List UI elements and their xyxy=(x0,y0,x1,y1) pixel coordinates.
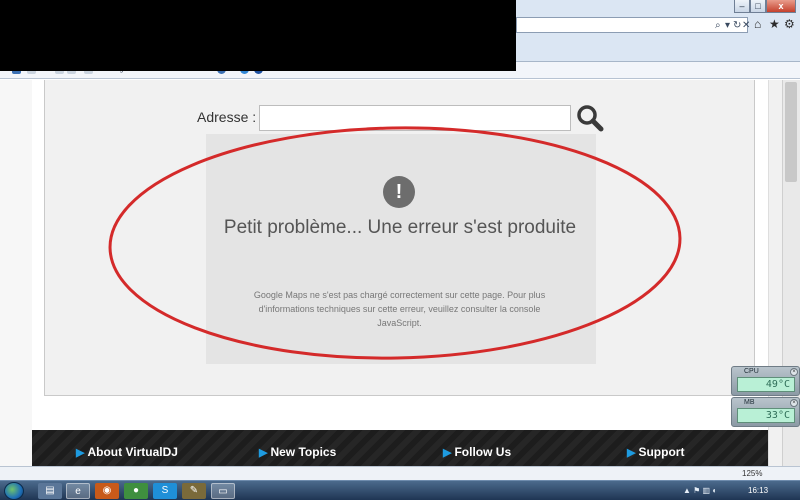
skype-taskbar-icon[interactable]: S xyxy=(153,483,177,499)
mb-temperature-gadget[interactable]: MB × 33°C xyxy=(731,397,800,427)
home-icon[interactable]: ⌂ xyxy=(754,16,761,32)
arrow-right-icon: ▶ xyxy=(76,447,85,459)
close-icon[interactable]: × xyxy=(790,399,798,407)
magnifier-icon xyxy=(577,105,604,132)
footer-link-support[interactable]: ▶ Support xyxy=(627,444,684,461)
explorer-taskbar-icon[interactable]: ▤ xyxy=(38,483,62,499)
maximize-button[interactable]: □ xyxy=(750,0,766,13)
tools-taskbar-icon[interactable]: ✎ xyxy=(182,483,206,499)
folder-taskbar-icon[interactable]: ▭ xyxy=(211,483,235,499)
gear-icon[interactable]: ⚙ xyxy=(784,16,795,32)
scrollbar-thumb[interactable] xyxy=(785,82,797,182)
start-button[interactable] xyxy=(4,482,24,500)
minimize-button[interactable]: – xyxy=(734,0,750,13)
footer-link-follow-us[interactable]: ▶ Follow Us xyxy=(443,444,511,461)
redacted-area xyxy=(0,0,516,71)
warning-icon: ! xyxy=(383,176,415,208)
cpu-temperature-value: 49°C xyxy=(737,377,795,392)
gadget-label: MB xyxy=(744,399,755,406)
arrow-right-icon: ▶ xyxy=(443,447,452,459)
address-input[interactable] xyxy=(259,105,571,131)
error-title: Petit problème... Une erreur s'est produ… xyxy=(223,217,577,238)
footer-link-about[interactable]: ▶ About VirtualDJ xyxy=(76,444,178,461)
gadget-label: CPU xyxy=(744,368,759,375)
address-label: Adresse : xyxy=(197,109,257,125)
browser-status-bar: 125% xyxy=(0,466,800,480)
mb-temperature-value: 33°C xyxy=(737,408,795,423)
close-window-button[interactable]: x xyxy=(766,0,796,13)
taskbar-clock[interactable]: 16:13 xyxy=(748,485,768,496)
tab-strip xyxy=(516,34,800,62)
search-button[interactable] xyxy=(574,103,606,133)
ie-taskbar-icon[interactable]: e xyxy=(66,483,90,499)
footer-link-new-topics[interactable]: ▶ New Topics xyxy=(259,444,336,461)
page-left-margin xyxy=(0,80,32,466)
firefox-taskbar-icon[interactable]: ◉ xyxy=(95,483,119,499)
cpu-temperature-gadget[interactable]: CPU × 49°C xyxy=(731,366,800,396)
chevron-down-icon[interactable]: ▾ xyxy=(725,18,730,33)
site-footer: ▶ About VirtualDJ ▶ New Topics ▶ Follow Us … xyxy=(32,430,768,466)
windows-taskbar: ▤ e ◉ ● S ✎ ▭ ▲ ⚑ ▥ ◐ 16:13 xyxy=(0,480,800,500)
refresh-icon[interactable]: ↻ xyxy=(733,18,741,33)
system-tray-icons[interactable]: ▲ ⚑ ▥ ◐ xyxy=(683,485,717,496)
app-taskbar-icon[interactable]: ● xyxy=(124,483,148,499)
arrow-right-icon: ▶ xyxy=(627,447,636,459)
error-description: Google Maps ne s'est pas chargé correcte… xyxy=(253,290,546,328)
zoom-level[interactable]: 125% xyxy=(742,468,762,479)
browser-address-bar[interactable]: ⌕ ▾ ↻ ✕ xyxy=(516,17,750,33)
stop-icon[interactable]: ✕ xyxy=(742,18,750,33)
search-icon[interactable]: ⌕ xyxy=(715,18,721,33)
close-icon[interactable]: × xyxy=(790,368,798,376)
favorites-icon[interactable]: ★ xyxy=(769,16,780,32)
arrow-right-icon: ▶ xyxy=(259,447,268,459)
